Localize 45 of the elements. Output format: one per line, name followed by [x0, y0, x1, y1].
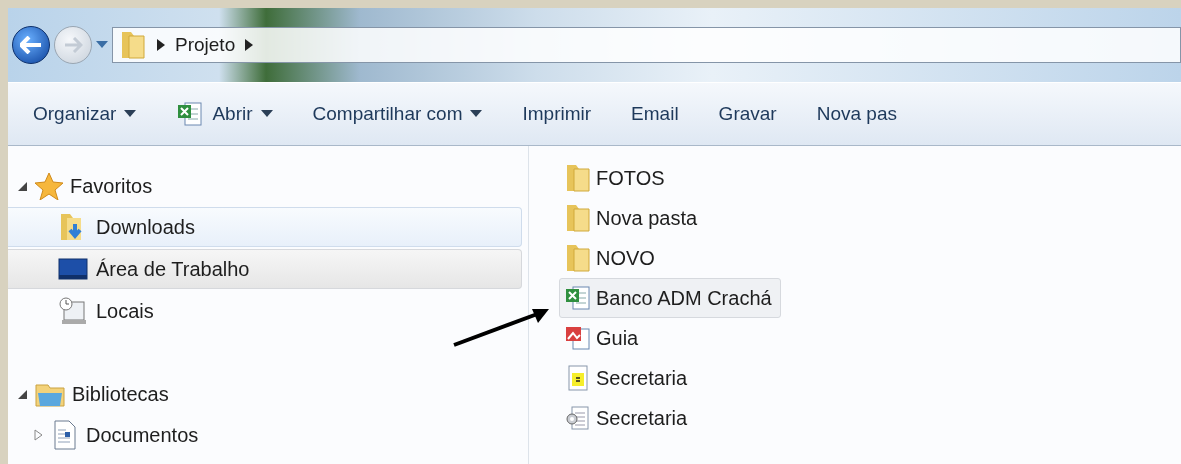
expander-icon[interactable] [16, 388, 28, 400]
folder-icon [564, 243, 592, 273]
file-item[interactable]: Banco ADM Crachá [559, 278, 781, 318]
address-bar[interactable]: Projeto [112, 27, 1181, 63]
dropdown-caret-icon [260, 110, 273, 118]
file-item[interactable]: Secretaria [559, 398, 697, 438]
file-item[interactable]: NOVO [559, 238, 664, 278]
nav-group[interactable]: Bibliotecas [72, 382, 169, 406]
recent-places-icon [58, 296, 88, 326]
breadcrumb-arrow-icon[interactable] [157, 39, 165, 51]
dropdown-caret-icon [470, 110, 483, 118]
settings-file-icon [564, 404, 592, 432]
toolbar-button[interactable]: Gravar [718, 103, 777, 125]
toolbar-button[interactable]: Abrir [176, 100, 273, 128]
spreadsheet-icon [564, 284, 592, 312]
sidebar-item[interactable]: Locais [8, 291, 522, 331]
expander-icon[interactable] [16, 180, 28, 192]
dropdown-caret-icon [124, 110, 137, 118]
desktop-icon [58, 257, 88, 281]
nav-group[interactable]: Favoritos [70, 174, 153, 198]
file-item[interactable]: Guia [559, 318, 648, 358]
folder-icon [564, 163, 592, 193]
back-button[interactable] [12, 26, 50, 64]
breadcrumb-arrow-icon[interactable] [245, 39, 254, 51]
toolbar-button[interactable]: Nova pas [816, 103, 897, 125]
folder-icon [119, 30, 147, 60]
folder-icon [564, 203, 592, 233]
file-item[interactable]: Nova pasta [559, 198, 707, 238]
image-file-icon [564, 324, 592, 352]
history-caret-icon[interactable] [96, 41, 108, 49]
document-icon [52, 420, 78, 450]
sidebar-item[interactable]: Documentos [8, 415, 522, 455]
spreadsheet-icon [176, 100, 205, 128]
file-item[interactable]: Secretaria [559, 358, 697, 398]
forward-arrow-icon [63, 37, 83, 53]
sidebar-item[interactable]: Área de Trabalho [8, 249, 522, 289]
breadcrumb[interactable]: Projeto [175, 34, 236, 56]
toolbar-button[interactable]: Organizar [33, 103, 137, 125]
back-arrow-icon [20, 36, 42, 54]
toolbar-button[interactable]: Imprimir [522, 103, 592, 125]
toolbar-button[interactable]: Email [631, 103, 679, 125]
sidebar-item[interactable]: Downloads [8, 207, 522, 247]
file-item[interactable]: FOTOS [559, 158, 674, 198]
star-icon [34, 172, 64, 200]
toolbar-button[interactable]: Compartilhar com [312, 103, 483, 125]
